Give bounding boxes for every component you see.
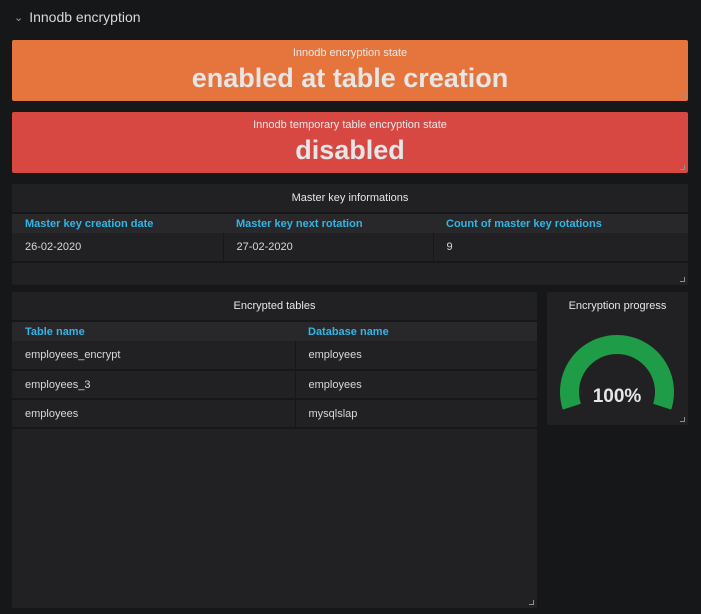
table-cell: 27-02-2020: [222, 233, 433, 263]
column-header[interactable]: Master key creation date: [12, 212, 223, 233]
resize-handle[interactable]: [529, 600, 534, 605]
panel-title: Master key informations: [291, 192, 409, 204]
encrypted-tables-table: Table name Database name employees_encry…: [12, 320, 537, 429]
table-row: employees_encrypt employees: [12, 341, 537, 371]
panel-title: Encryption progress: [568, 300, 667, 312]
table-cell: employees: [12, 399, 295, 429]
table-cell: employees_encrypt: [12, 341, 295, 371]
encrypted-tables-panel: Encrypted tables Table name Database nam…: [12, 292, 537, 608]
stat-value: enabled at table creation: [191, 63, 509, 93]
panel-title: Encrypted tables: [233, 300, 316, 312]
table-row: 26-02-2020 27-02-2020 9: [12, 233, 688, 263]
table-cell: 9: [432, 233, 688, 263]
table-cell: employees: [294, 341, 537, 371]
temp-encryption-state-panel: Innodb temporary table encryption state …: [12, 112, 688, 173]
master-key-panel: Master key informations Master key creat…: [12, 184, 688, 285]
master-key-table: Master key creation date Master key next…: [12, 212, 688, 263]
resize-handle[interactable]: [680, 417, 685, 422]
table-row: employees_3 employees: [12, 370, 537, 400]
gauge-value: 100%: [593, 386, 642, 407]
table-cell: 26-02-2020: [12, 233, 223, 263]
table-cell: employees: [294, 370, 537, 400]
resize-handle[interactable]: [680, 277, 685, 282]
table-cell: employees_3: [12, 370, 295, 400]
column-header[interactable]: Database name: [295, 320, 537, 341]
stat-value: disabled: [295, 135, 405, 165]
column-header[interactable]: Count of master key rotations: [433, 212, 688, 233]
table-cell: mysqlslap: [294, 399, 537, 429]
row-header-innodb-encryption[interactable]: ⌄ Innodb encryption: [14, 6, 141, 28]
table-row: employees mysqlslap: [12, 399, 537, 429]
column-header[interactable]: Master key next rotation: [223, 212, 433, 233]
gauge: 100%: [560, 335, 674, 410]
column-header[interactable]: Table name: [12, 320, 295, 341]
row-title: Innodb encryption: [29, 9, 141, 25]
resize-handle[interactable]: [680, 93, 685, 98]
panel-title: Innodb encryption state: [292, 47, 408, 59]
encryption-state-panel: Innodb encryption state enabled at table…: [12, 40, 688, 101]
resize-handle[interactable]: [680, 165, 685, 170]
encryption-progress-panel: Encryption progress 100%: [547, 292, 688, 425]
chevron-down-icon: ⌄: [14, 11, 24, 24]
panel-title: Innodb temporary table encryption state: [253, 119, 447, 131]
